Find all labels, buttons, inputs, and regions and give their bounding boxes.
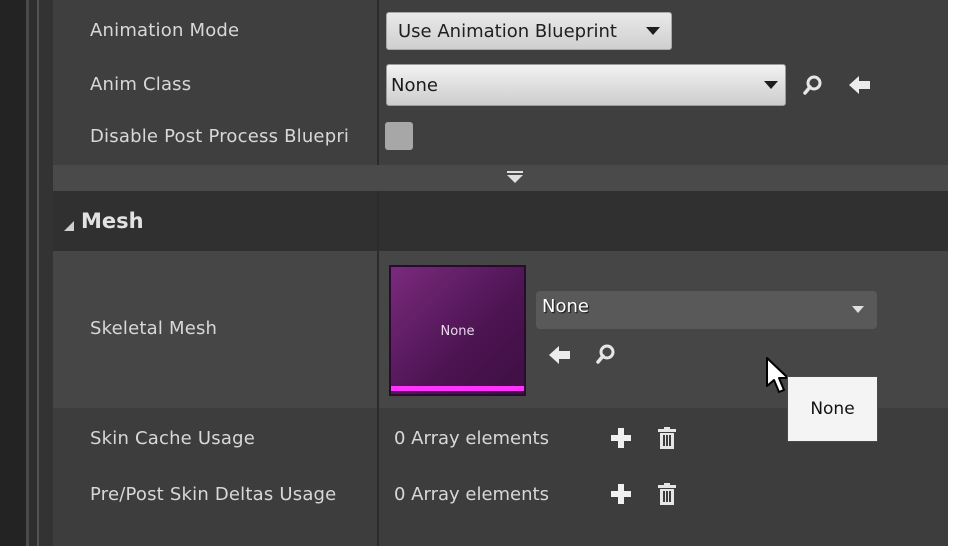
thumbnail-asset-color-bar (391, 386, 524, 391)
column-divider[interactable] (377, 191, 379, 546)
disable-post-process-checkbox[interactable] (385, 122, 413, 150)
advanced-expander-row[interactable] (53, 165, 948, 191)
chevron-down-icon (764, 81, 778, 89)
plus-icon[interactable] (610, 427, 632, 449)
screenshot-frame: Animation Mode Use Animation Blueprint A… (0, 0, 953, 551)
trash-icon[interactable] (657, 482, 677, 506)
section-header-mesh[interactable] (53, 191, 948, 251)
disable-post-process-label: Disable Post Process Bluepri (90, 126, 350, 147)
skin-cache-usage-value: 0 Array elements (394, 428, 549, 449)
chevron-down-icon (852, 306, 864, 313)
trash-icon[interactable] (657, 426, 677, 450)
triangle-collapse-icon[interactable] (63, 220, 75, 232)
details-panel: Animation Mode Use Animation Blueprint A… (0, 0, 948, 546)
anim-class-value: None (391, 75, 438, 96)
magnifier-icon[interactable] (802, 74, 824, 96)
skeletal-mesh-label: Skeletal Mesh (90, 318, 218, 339)
animation-mode-value: Use Animation Blueprint (398, 21, 617, 42)
pre-post-skin-deltas-label: Pre/Post Skin Deltas Usage (90, 484, 337, 505)
chevron-down-icon[interactable] (505, 171, 525, 185)
skin-cache-usage-label: Skin Cache Usage (90, 428, 255, 449)
tooltip-text: None (810, 399, 855, 419)
skeletal-mesh-thumbnail[interactable]: None (389, 265, 526, 396)
left-arrow-icon[interactable] (848, 75, 872, 95)
pre-post-skin-deltas-value: 0 Array elements (394, 484, 549, 505)
column-divider[interactable] (377, 0, 379, 165)
left-arrow-icon[interactable] (548, 345, 572, 365)
panel-indent (39, 0, 53, 546)
animation-mode-dropdown[interactable]: Use Animation Blueprint (386, 12, 672, 50)
skeletal-mesh-value: None (542, 296, 589, 317)
tooltip: None (787, 376, 878, 442)
thumbnail-label: None (440, 324, 475, 339)
panel-gutter-mid (29, 0, 37, 546)
anim-class-combo[interactable]: None (386, 64, 786, 106)
skeletal-mesh-combo[interactable]: None (536, 291, 877, 329)
anim-class-label: Anim Class (90, 74, 192, 95)
magnifier-icon[interactable] (595, 343, 617, 365)
section-title-mesh: Mesh (81, 209, 144, 233)
plus-icon[interactable] (610, 483, 632, 505)
chevron-down-icon (646, 27, 660, 35)
panel-gutter (0, 0, 26, 546)
animation-mode-label: Animation Mode (90, 20, 240, 41)
